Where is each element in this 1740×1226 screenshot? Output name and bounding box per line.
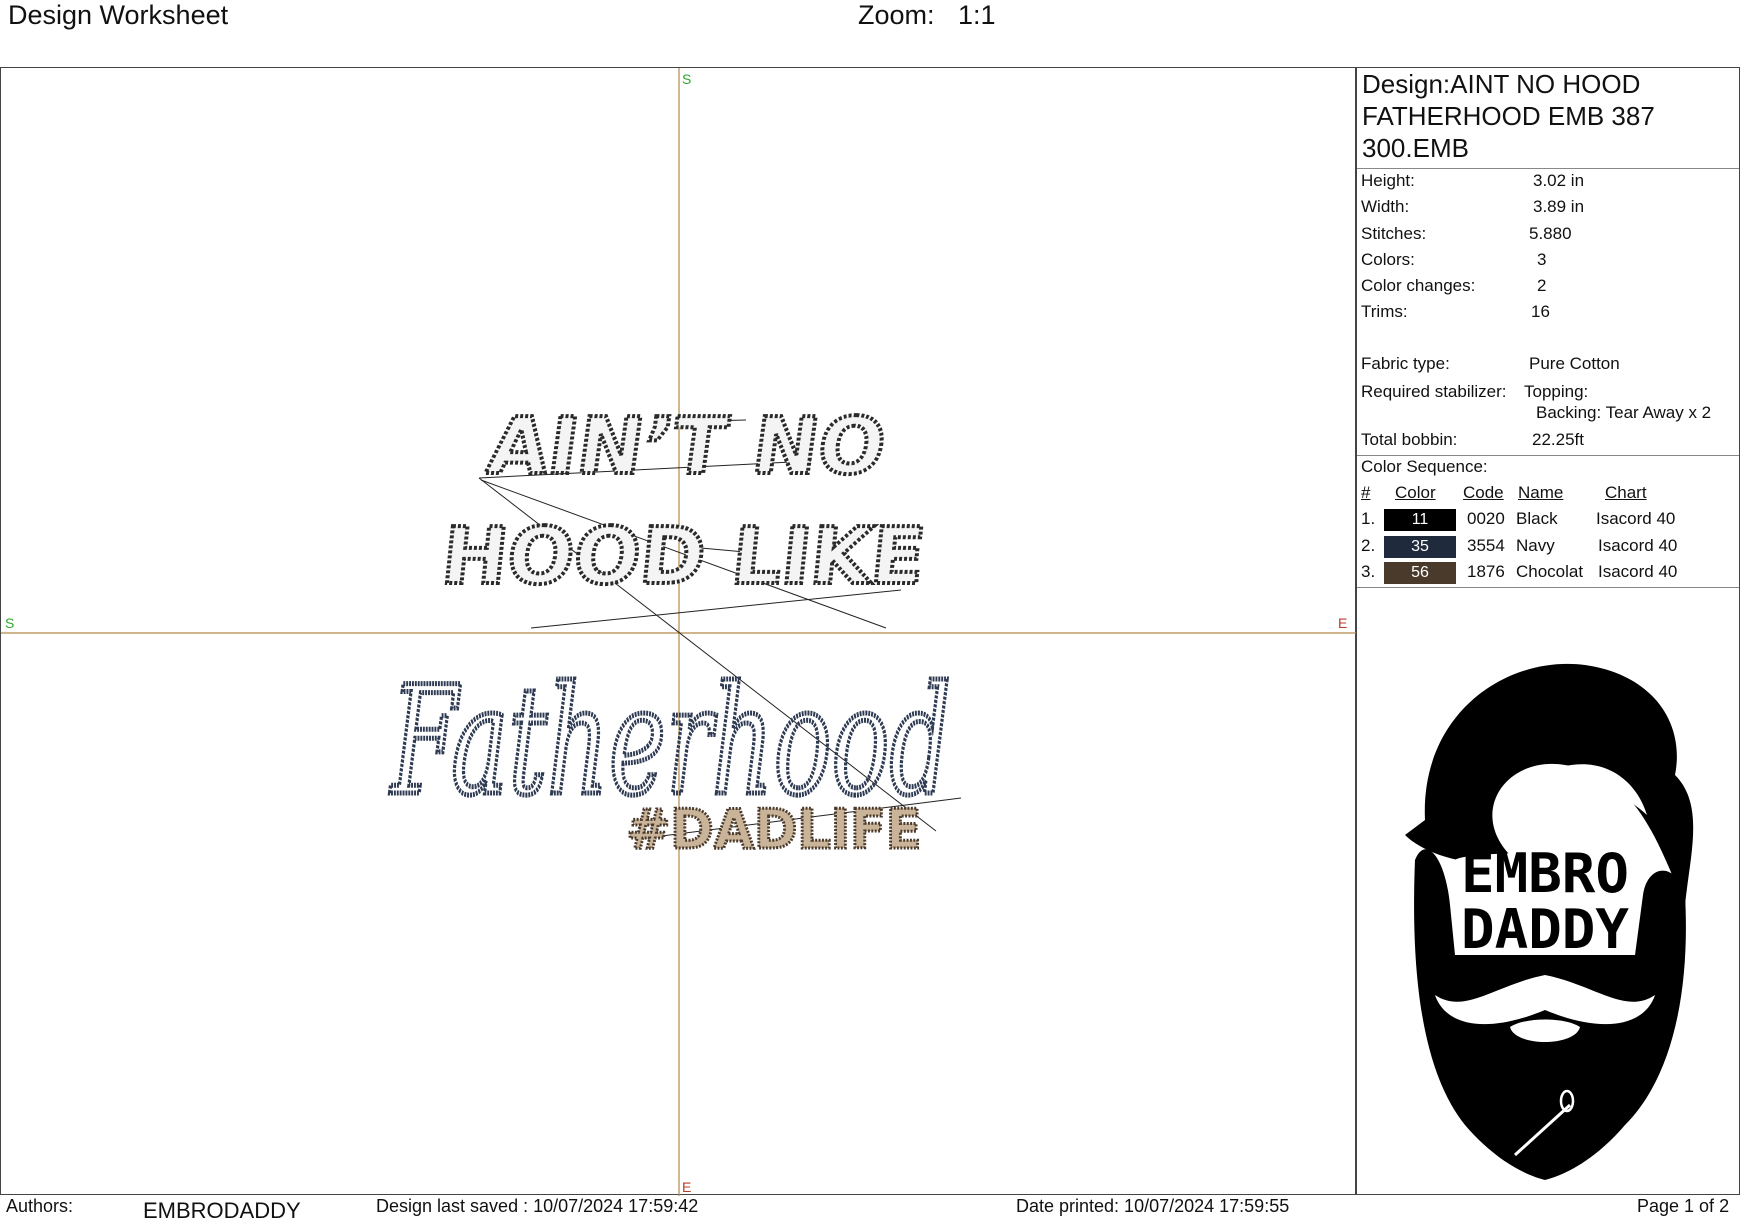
design-line-1: AIN’T NO — [482, 401, 891, 492]
sequence-header-num: # — [1361, 483, 1371, 502]
sequence-header-name: Name — [1518, 483, 1564, 502]
prop-value-width: 3.89 in — [1533, 197, 1585, 216]
prop-label-width: Width: — [1361, 197, 1410, 216]
sequence-row-chart: Isacord 40 — [1598, 562, 1678, 581]
prop-label-colors: Colors: — [1361, 250, 1415, 269]
prop-label-stitches: Stitches: — [1361, 224, 1427, 243]
sequence-row-name: Navy — [1516, 536, 1555, 555]
fabric-label: Fabric type: — [1361, 354, 1450, 373]
authors-value: EMBRODADDY — [143, 1198, 301, 1223]
worksheet-title: Design Worksheet — [8, 0, 229, 30]
stabilizer-backing: Backing: Tear Away x 2 — [1536, 403, 1712, 422]
sequence-header-code: Code — [1463, 483, 1504, 502]
color-swatch: 56 — [1384, 562, 1456, 584]
sequence-row-chart: Isacord 40 — [1598, 536, 1678, 555]
logo-text-line-1: EMBRO — [1461, 842, 1629, 905]
divider — [1357, 455, 1739, 456]
prop-value-trims: 16 — [1531, 302, 1550, 321]
prop-label-trims: Trims: — [1361, 302, 1408, 321]
color-swatch: 11 — [1384, 509, 1456, 531]
axis-right-end-label: E — [1338, 615, 1347, 631]
sequence-row-name: Chocolat — [1516, 562, 1584, 581]
sequence-row-num: 1. — [1361, 509, 1376, 528]
sequence-row-code: 3554 — [1467, 536, 1505, 555]
sequence-row-name: Black — [1516, 509, 1558, 528]
divider — [1357, 587, 1739, 588]
divider — [1357, 168, 1739, 169]
axis-top-start-label: S — [682, 71, 691, 87]
bobbin-label: Total bobbin: — [1361, 430, 1458, 449]
sequence-title: Color Sequence: — [1361, 457, 1488, 476]
color-swatch: 35 — [1384, 536, 1456, 558]
sequence-header-color: Color — [1395, 483, 1436, 502]
prop-value-colors: 3 — [1537, 250, 1547, 269]
sequence-row-code: 1876 — [1467, 562, 1505, 581]
date-printed: Date printed: 10/07/2024 17:59:55 — [1016, 1196, 1290, 1216]
sequence-row-num: 3. — [1361, 562, 1376, 581]
page-indicator: Page 1 of 2 — [1637, 1196, 1730, 1216]
design-name: Design:AINT NO HOOD FATHERHOOD EMB 387 3… — [1362, 69, 1655, 163]
axis-left-start-label: S — [5, 615, 14, 631]
axis-bottom-end-label: E — [682, 1179, 691, 1195]
design-preview: S S E E AIN’T NO HOOD LIKE Fatherhood #D… — [1, 68, 1357, 1196]
sequence-row-chart: Isacord 40 — [1596, 509, 1676, 528]
prop-value-height: 3.02 in — [1533, 171, 1585, 190]
zoom-label: Zoom: — [858, 0, 935, 30]
prop-label-height: Height: — [1361, 171, 1415, 190]
stabilizer-topping: Topping: — [1524, 382, 1589, 401]
zoom-value: 1:1 — [958, 0, 996, 30]
prop-label-color-changes: Color changes: — [1361, 276, 1476, 295]
last-saved: Design last saved : 10/07/2024 17:59:42 — [376, 1196, 699, 1216]
authors-label: Authors: — [6, 1196, 74, 1216]
prop-value-color-changes: 2 — [1537, 276, 1547, 295]
prop-value-stitches: 5.880 — [1529, 224, 1572, 243]
stabilizer-label: Required stabilizer: — [1361, 382, 1507, 401]
sequence-row-code: 0020 — [1467, 509, 1505, 528]
design-canvas: S S E E AIN’T NO HOOD LIKE Fatherhood #D… — [0, 67, 1357, 1196]
beard-man-icon: EMBRO DADDY — [1405, 663, 1694, 1180]
sequence-row-num: 2. — [1361, 536, 1376, 555]
logo-text-line-2: DADDY — [1461, 898, 1629, 961]
sequence-header-chart: Chart — [1605, 483, 1647, 502]
fabric-value: Pure Cotton — [1529, 354, 1620, 373]
design-line-4: #DADLIFE — [627, 798, 922, 861]
bobbin-value: 22.25ft — [1532, 430, 1584, 449]
brand-logo: EMBRO DADDY — [1385, 655, 1705, 1190]
design-line-2: HOOD LIKE — [438, 511, 930, 602]
